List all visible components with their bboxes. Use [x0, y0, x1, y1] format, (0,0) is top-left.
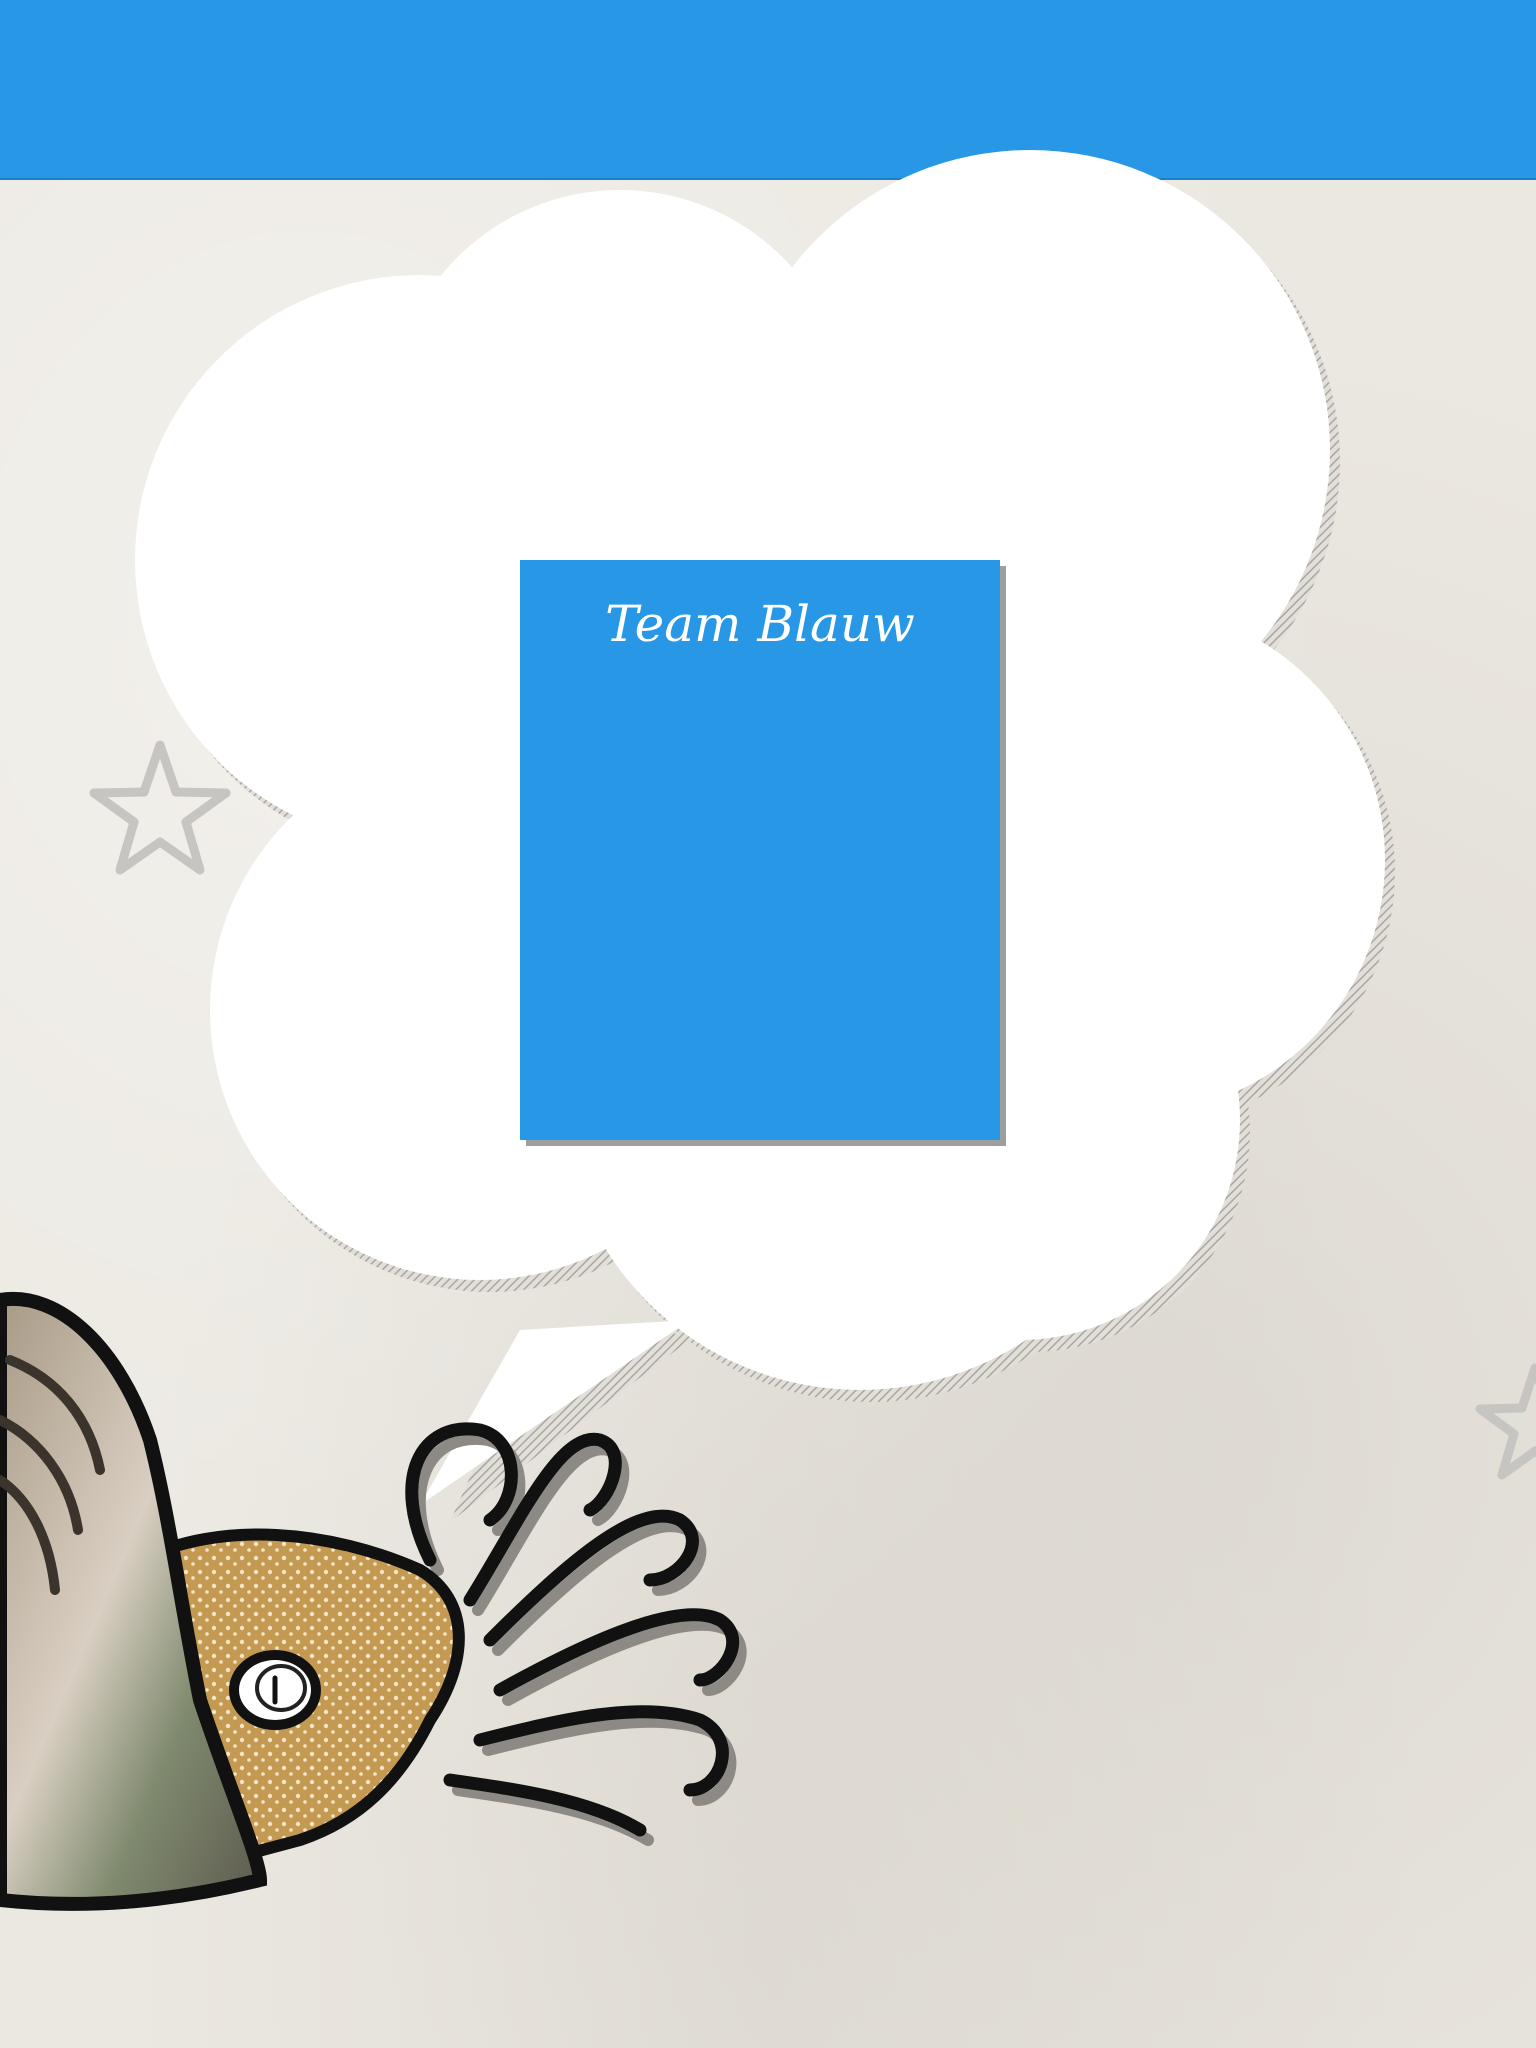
team-title: Team Blauw — [605, 595, 915, 653]
nautilus-icon — [0, 1291, 747, 1911]
star-icon — [89, 740, 231, 875]
star-icon — [1475, 1363, 1536, 1480]
team-card-blauw[interactable]: Team Blauw — [520, 560, 1000, 1140]
